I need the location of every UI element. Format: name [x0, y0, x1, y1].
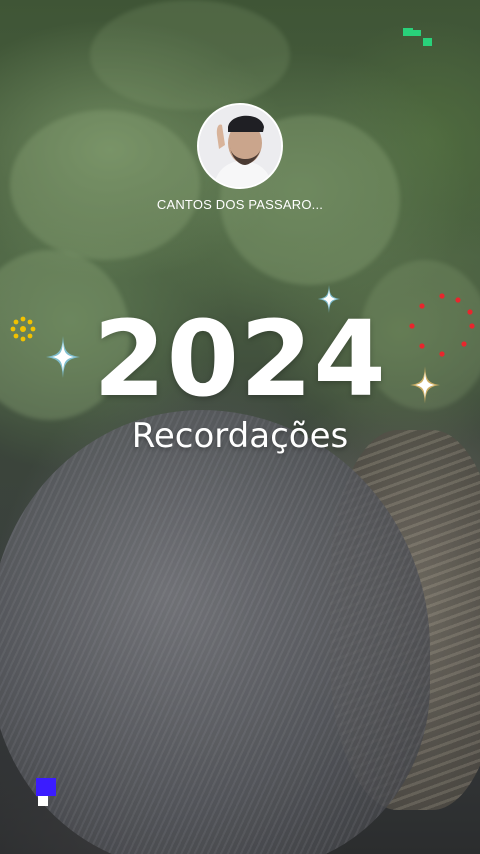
- background-leaf: [90, 0, 290, 110]
- memories-subtitle: Recordações: [131, 416, 349, 456]
- pixel-block-icon: [36, 778, 56, 806]
- story-screen[interactable]: CANTOS DOS PASSARO... 2024 Recordações: [0, 0, 480, 854]
- background-leaf: [10, 110, 200, 260]
- pixel-blocks-icon: [403, 28, 432, 46]
- avatar-portrait: [199, 105, 281, 187]
- year-title: 2024: [93, 298, 387, 420]
- channel-avatar[interactable]: [197, 103, 283, 189]
- channel-name[interactable]: CANTOS DOS PASSARO...: [0, 197, 480, 212]
